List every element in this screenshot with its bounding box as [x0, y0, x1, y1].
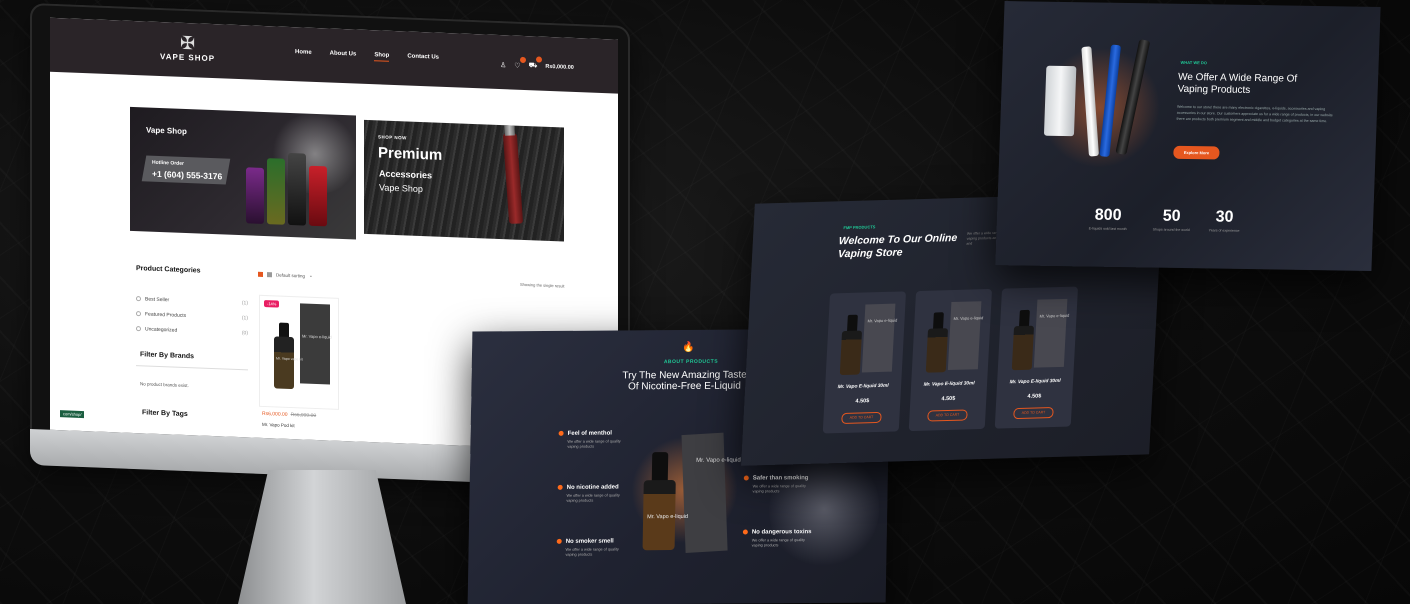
- product-box-image: [947, 301, 982, 371]
- no-brands-text: No product brands exist.: [140, 381, 189, 389]
- hotline-label: Hotline Order: [152, 159, 184, 167]
- product-card[interactable]: Mr. Vapo e-liquid Mr. Vapo E-liquid 30ml…: [908, 288, 993, 432]
- add-to-cart-button[interactable]: ADD TO CART: [1013, 407, 1054, 420]
- box-label: Mr. Vapo e-liquid: [867, 317, 898, 324]
- whatwedo-title: We Offer A Wide Range Of Vaping Products: [1177, 71, 1298, 96]
- smoke-cloud: [768, 448, 881, 570]
- grid-view-icon[interactable]: [258, 271, 263, 277]
- site-header: ✠ VAPE SHOP Home About Us Shop Contact U…: [50, 17, 618, 94]
- bottle-image: [839, 330, 863, 376]
- product-card[interactable]: Mr. Vapo e-liquid Mr. Vapo E-liquid 30ml…: [994, 286, 1079, 429]
- header-icons: ♙ ♡ ⛟ Rs0,000.00: [500, 56, 574, 72]
- product-price: 4.50$: [941, 395, 956, 403]
- nav-contact[interactable]: Contact Us: [407, 53, 439, 63]
- category-list: Best Seller (1) Featured Products (1) Un…: [136, 291, 248, 340]
- product-box-image: [681, 432, 728, 553]
- product-name[interactable]: Mr. Vapo E-liquid 30ml: [997, 379, 1073, 386]
- logo-skull-icon: ✠: [180, 32, 196, 54]
- about-title: Try The New Amazing Taste Of Nicotine-Fr…: [622, 369, 747, 393]
- box-label: Mr. Vapo e-liquid: [953, 315, 984, 321]
- product-price: Rs6,000.00 Rs6,999.00: [262, 410, 317, 419]
- categories-title: Product Categories: [136, 265, 201, 275]
- divider: [136, 365, 248, 371]
- whatwedo-kicker: WHAT WE DO: [1180, 59, 1208, 66]
- add-to-cart-button[interactable]: ADD TO CART: [927, 409, 968, 422]
- bottle-image: [1011, 325, 1035, 371]
- premium-banner[interactable]: SHOP NOW Premium Accessories Vape Shop: [364, 119, 564, 242]
- product-card[interactable]: -14% Mr. Vapo e-liquid Mr. Vapo vape kit: [260, 295, 338, 409]
- banner-line2: Accessories: [379, 168, 433, 181]
- cart-total[interactable]: Rs0,000.00: [545, 63, 573, 70]
- banner-heading: Premium: [378, 144, 443, 164]
- hotline-banner[interactable]: Vape Shop Hotline Order +1 (604) 555-317…: [130, 106, 356, 240]
- filter-tags-title: Filter By Tags: [142, 409, 188, 419]
- bottle-label: Mr. Vapo e-liquid: [647, 513, 689, 521]
- product-name[interactable]: Mr. Vapo E-liquid 30ml: [911, 381, 987, 388]
- product-box-image: [861, 303, 896, 373]
- banner-kicker: SHOP NOW: [378, 134, 407, 141]
- bullet-icon: [742, 529, 748, 535]
- bullet-icon: [557, 484, 563, 490]
- product-price: 4.50$: [1027, 393, 1042, 400]
- flame-icon: 🔥: [681, 341, 695, 353]
- banner-title: Vape Shop: [146, 125, 187, 137]
- result-count: Showing the single result: [520, 281, 565, 289]
- filter-brands-title: Filter By Brands: [140, 351, 195, 361]
- box-mod-image: [1043, 65, 1077, 137]
- product-name[interactable]: Mr. Vapo E-liquid 30ml: [825, 383, 901, 390]
- bullet-icon: [556, 538, 562, 544]
- cart-icon[interactable]: ⛟: [529, 56, 543, 70]
- category-icon: [136, 295, 141, 301]
- main-nav: Home About Us Shop Contact Us: [295, 49, 439, 64]
- category-icon: [136, 310, 141, 316]
- featured-title: Welcome To Our Online Vaping Store: [837, 231, 958, 261]
- nav-shop[interactable]: Shop: [374, 52, 390, 62]
- chevron-down-icon: ⌄: [309, 272, 313, 278]
- nav-about[interactable]: About Us: [330, 51, 357, 61]
- sort-select[interactable]: Default sorting: [276, 272, 305, 278]
- what-we-do-panel: WHAT WE DO We Offer A Wide Range Of Vapi…: [995, 1, 1381, 271]
- whatwedo-description: Welcome to our store! there are many ele…: [1176, 104, 1333, 124]
- stat-item: 30 Years of experience: [1208, 208, 1240, 233]
- box-label: Mr. Vapo e-liquid: [696, 457, 741, 464]
- box-label: Mr. Vapo e-liquid: [1039, 312, 1070, 319]
- wishlist-icon[interactable]: ♡: [514, 56, 526, 69]
- product-name[interactable]: Mr. Vapo Pod kit: [262, 422, 295, 428]
- bottle-image: [274, 336, 294, 390]
- category-icon: [136, 325, 141, 331]
- product-box-image: [300, 303, 330, 385]
- box-label: Mr. Vapo e-liquid: [302, 333, 332, 340]
- product-box-image: [1033, 298, 1068, 368]
- add-to-cart-button[interactable]: ADD TO CART: [841, 411, 882, 424]
- featured-kicker: FMP PRODUCTS: [843, 224, 876, 231]
- bullet-icon: [558, 430, 564, 436]
- sort-controls: Default sorting ⌄: [258, 271, 313, 279]
- stat-item: 800 E-liquids sold last month: [1088, 206, 1127, 232]
- stat-item: 50 Shops around the world: [1152, 207, 1190, 233]
- sale-badge: -14%: [264, 299, 280, 308]
- banner-line3: Vape Shop: [379, 182, 423, 195]
- product-card[interactable]: Mr. Vapo e-liquid Mr. Vapo E-liquid 30ml…: [822, 291, 907, 434]
- url-tag: com/shop/: [60, 410, 85, 419]
- feature-item: Feel of menthol We offer a wide range of…: [558, 430, 648, 450]
- category-item[interactable]: Uncategorized (0): [136, 321, 248, 340]
- nav-home[interactable]: Home: [295, 49, 312, 59]
- user-icon[interactable]: ♙: [500, 61, 506, 69]
- vape-pen-image: [502, 133, 524, 224]
- feature-item: No smoker smell We offer a wide range of…: [556, 538, 646, 558]
- site-logo[interactable]: ✠ VAPE SHOP: [160, 32, 215, 63]
- bottle-cap-image: [651, 452, 669, 483]
- list-view-icon[interactable]: [267, 271, 272, 277]
- bottle-image: [925, 328, 949, 373]
- vape-mods-image: [246, 151, 327, 227]
- about-kicker: ABOUT PRODUCTS: [663, 358, 719, 366]
- bullet-icon: [743, 475, 749, 481]
- explore-more-button[interactable]: Explore More: [1173, 145, 1220, 160]
- product-price: 4.50$: [855, 398, 870, 405]
- logo-text: VAPE SHOP: [160, 51, 216, 64]
